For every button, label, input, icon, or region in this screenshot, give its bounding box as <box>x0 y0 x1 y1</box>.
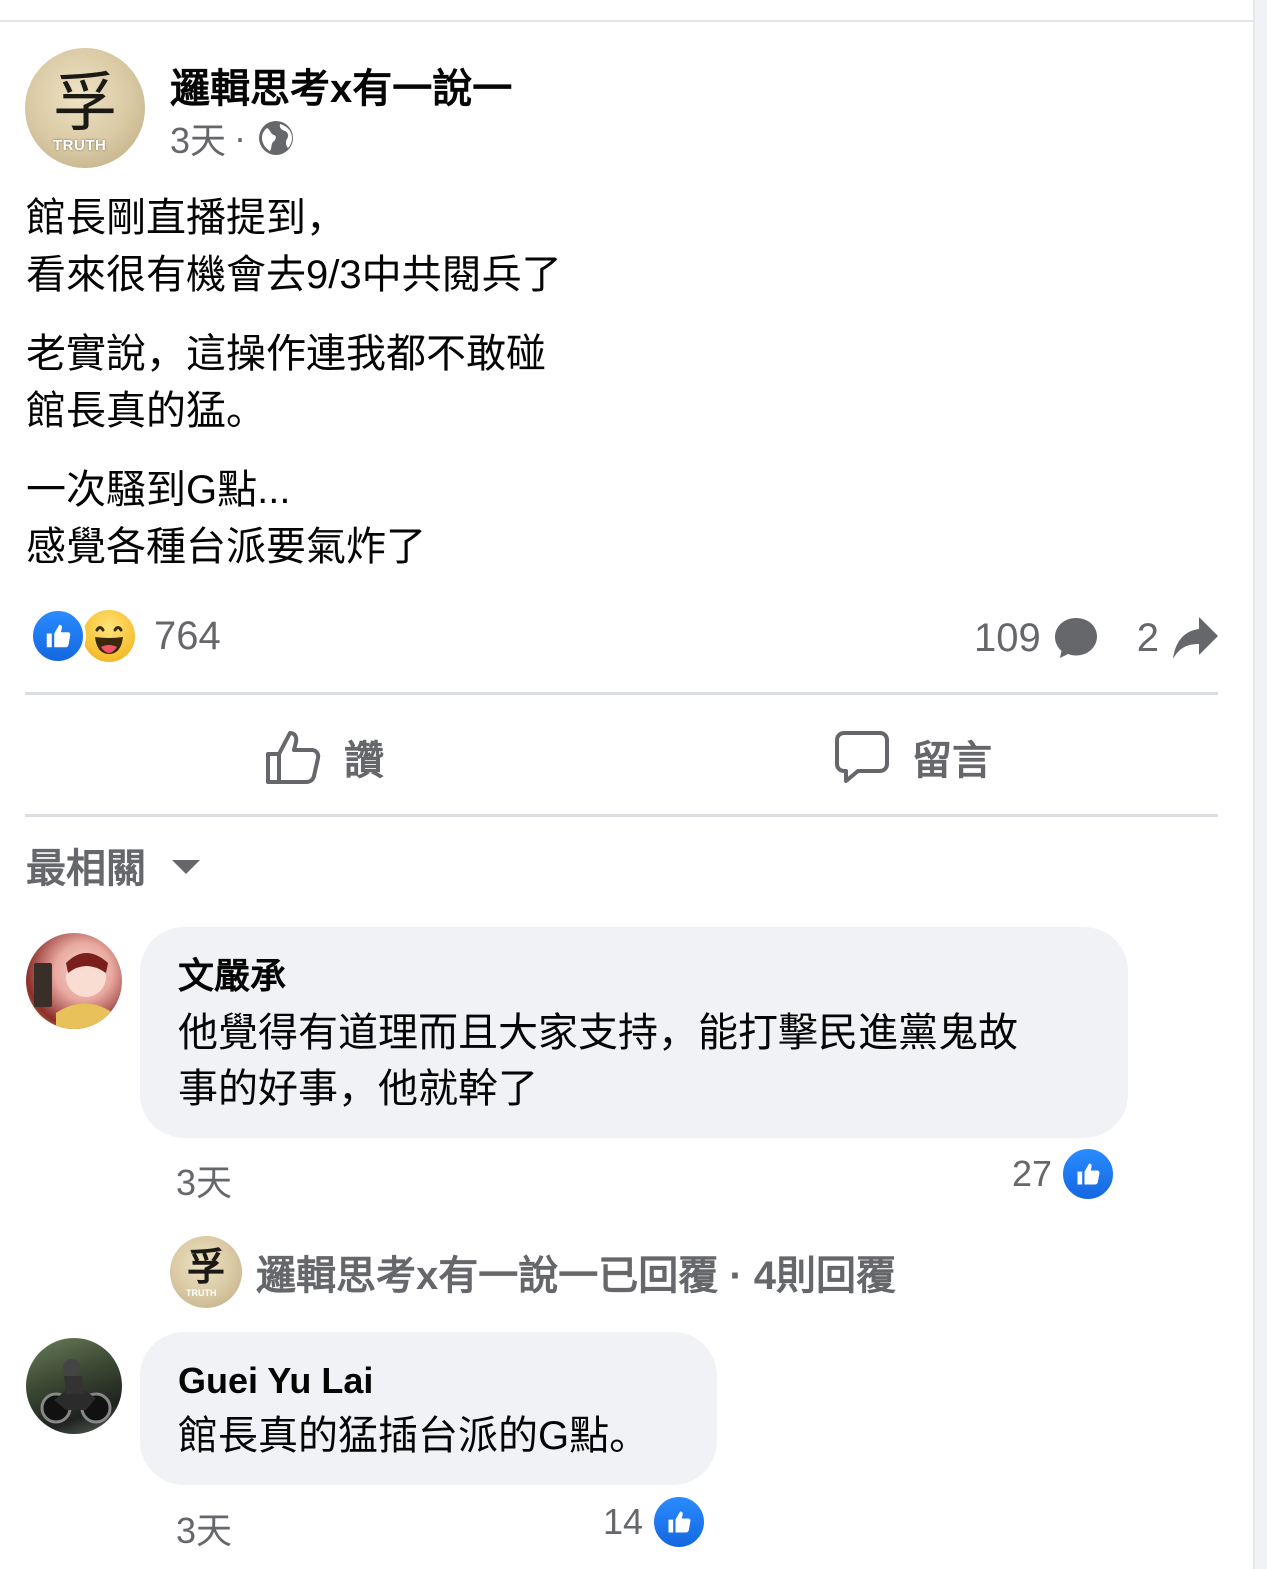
commenter-avatar[interactable] <box>26 933 122 1029</box>
page-name[interactable]: 邏輯思考x有一說一 <box>170 56 512 114</box>
like-button[interactable]: 讚 <box>264 722 384 792</box>
comment-text: 他覺得有道理而且大家支持，能打擊民進黨鬼故 事的好事，他就幹了 <box>178 1011 1018 1111</box>
comment-likes[interactable]: 27 <box>1012 1146 1117 1202</box>
like-button-label: 讚 <box>344 739 384 783</box>
comment-like-count: 14 <box>603 1501 644 1542</box>
share-count-icon <box>1173 617 1218 659</box>
like-icon <box>651 1494 708 1550</box>
engagement-counts: 109 2 <box>974 610 1219 666</box>
avatar-caption: TRUTH <box>186 1288 217 1298</box>
post-paragraph: 一次騷到G點... 感覺各種台派要氣炸了 <box>26 468 426 569</box>
reactions-summary[interactable]: 764 <box>30 606 221 666</box>
comment-time[interactable]: 3天 <box>176 1154 232 1206</box>
actions-divider <box>25 814 1218 817</box>
avatar-caption: TRUTH <box>53 137 107 154</box>
avatar-glyph: 孚 <box>53 67 117 141</box>
share-count[interactable]: 2 <box>1137 616 1159 661</box>
post-meta: 3天 · <box>170 112 294 164</box>
comment-button[interactable]: 留言 <box>834 722 992 792</box>
comment-sort-dropdown[interactable]: 最相關 <box>26 836 200 894</box>
globe-icon[interactable] <box>258 120 294 156</box>
thumbs-up-icon <box>266 731 321 784</box>
like-icon <box>1060 1146 1117 1202</box>
comment-count[interactable]: 109 <box>974 616 1041 661</box>
haha-icon <box>80 607 138 665</box>
comment-bubble: 文嚴承 他覺得有道理而且大家支持，能打擊民進黨鬼故 事的好事，他就幹了 <box>140 927 1128 1138</box>
post-paragraph: 館長剛直播提到， 看來很有機會去9/3中共閱兵了 <box>26 196 562 297</box>
post-time[interactable]: 3天 <box>170 112 226 164</box>
top-divider <box>0 20 1254 22</box>
meta-separator: · <box>234 117 247 158</box>
replier-avatar: 孚 TRUTH <box>170 1236 242 1308</box>
post-paragraph: 老實說，這操作連我都不敢碰 館長真的猛。 <box>26 332 546 433</box>
comment-count-icon <box>1054 618 1097 658</box>
comment-bubble-icon <box>835 731 889 783</box>
reactions-divider <box>25 692 1218 695</box>
replies-text: 邏輯思考x有一說一已回覆 · 4則回覆 <box>256 1254 897 1298</box>
avatar-glyph: 孚 <box>186 1244 225 1289</box>
commenter-avatar[interactable] <box>26 1338 122 1434</box>
caret-down-icon <box>172 860 200 874</box>
comment-likes[interactable]: 14 <box>603 1494 708 1550</box>
reaction-count: 764 <box>154 613 221 658</box>
sort-label: 最相關 <box>26 847 146 891</box>
comment-button-label: 留言 <box>912 739 992 783</box>
comment-author[interactable]: 文嚴承 <box>178 953 1090 999</box>
scrollbar-track[interactable] <box>1253 0 1267 1569</box>
page-avatar[interactable]: 孚 TRUTH <box>25 48 145 168</box>
comment-text: 館長真的猛插台派的G點。 <box>178 1414 650 1458</box>
comment-like-count: 27 <box>1012 1153 1053 1194</box>
like-icon <box>30 608 86 664</box>
comment-time[interactable]: 3天 <box>176 1502 232 1554</box>
comment-author[interactable]: Guei Yu Lai <box>178 1358 679 1404</box>
view-replies-link[interactable]: 孚 TRUTH 邏輯思考x有一說一已回覆 · 4則回覆 <box>170 1236 896 1308</box>
comment-bubble: Guei Yu Lai 館長真的猛插台派的G點。 <box>140 1332 717 1485</box>
post-text: 館長剛直播提到， 看來很有機會去9/3中共閱兵了 老實說，這操作連我都不敢碰 館… <box>26 190 1226 598</box>
